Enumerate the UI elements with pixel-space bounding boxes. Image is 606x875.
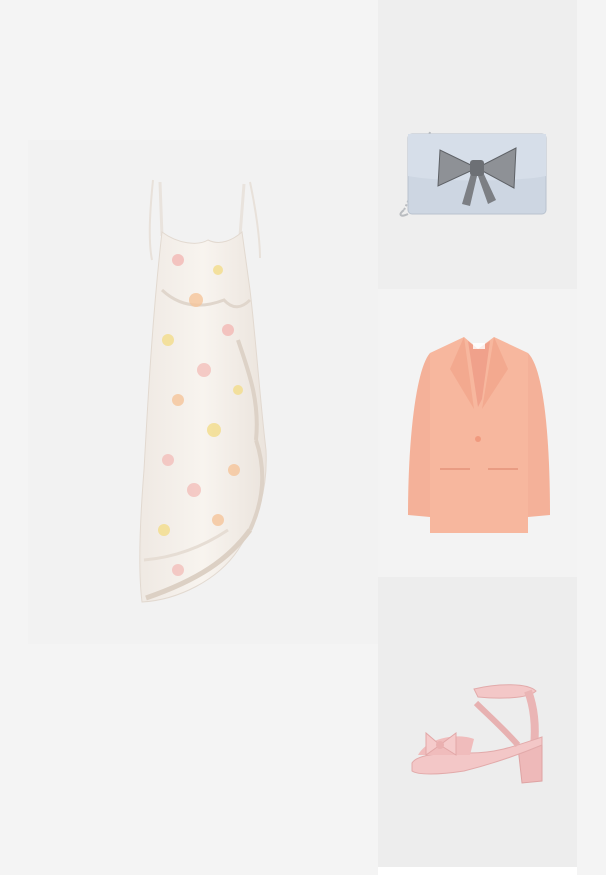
dress-illustration xyxy=(139,179,267,603)
background-bottom-left xyxy=(0,644,378,875)
blazer-product-image[interactable] xyxy=(378,289,577,577)
sandal-product-image[interactable] xyxy=(378,577,577,867)
background-right-edge xyxy=(577,0,606,875)
background-top-left xyxy=(0,0,378,140)
clutch-bag-illustration xyxy=(399,131,547,217)
background-left-edge xyxy=(0,140,28,644)
blazer-illustration xyxy=(408,337,550,533)
clutch-bag-product-image[interactable] xyxy=(378,0,577,289)
dress-product-image[interactable] xyxy=(28,140,378,644)
sandal-illustration xyxy=(411,684,543,784)
